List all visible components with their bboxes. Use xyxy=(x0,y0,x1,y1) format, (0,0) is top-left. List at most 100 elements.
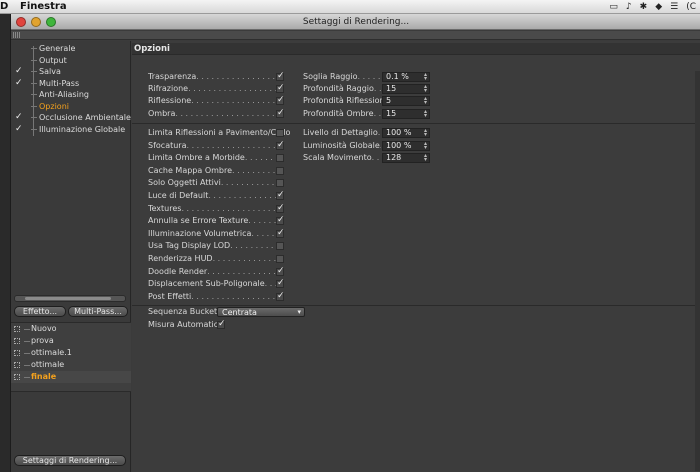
checkbox-displacement-sub-poligonale[interactable] xyxy=(276,278,285,289)
option-trasparenza[interactable]: Trasparenza . . . . . . . . . . . . . . … xyxy=(148,71,276,83)
checkbox-renderizza-hud[interactable] xyxy=(276,255,284,263)
status-tray: ▭ ♪ ✱ ◆ ☰ (C xyxy=(609,0,696,14)
checkbox-limita-ombre-a-morbide[interactable] xyxy=(276,154,284,163)
checkbox-annulla-se-errore-texture[interactable] xyxy=(276,215,285,226)
dot-leader: . . . . . . . . . . . . . . . . . . . . … xyxy=(212,254,276,263)
sidebar-item-generale[interactable]: Generale xyxy=(13,43,129,55)
option-annulla-se-errore-texture[interactable]: Annulla se Errore Texture . . . . . . . … xyxy=(148,215,276,227)
stepper-icon[interactable]: ▴ ▾ xyxy=(424,84,427,94)
checkbox-cache-mappa-ombre[interactable] xyxy=(276,166,284,175)
sidebar-item-label: Opzioni xyxy=(39,101,69,111)
sidebar-item-multi-pass[interactable]: ✓ Multi-Pass xyxy=(13,78,129,90)
option-doodle-render[interactable]: Doodle Render . . . . . . . . . . . . . … xyxy=(148,266,276,278)
scroll-thumb[interactable] xyxy=(25,297,111,300)
option-sfocatura[interactable]: Sfocatura . . . . . . . . . . . . . . . … xyxy=(148,140,276,152)
app-menu[interactable]: D xyxy=(0,0,8,14)
display-icon[interactable]: ▭ xyxy=(609,0,618,14)
checkbox-usa-tag-display-lod[interactable] xyxy=(276,242,284,251)
option-limita-riflessioni-a-pavimento-cielo[interactable]: Limita Riflessioni a Pavimento/Cielo . .… xyxy=(148,127,290,139)
input-livello-di-dettaglio[interactable]: 100 % ▴ ▾ xyxy=(382,128,430,138)
dropdown-value: Centrata xyxy=(222,308,257,317)
option-cache-mappa-ombre[interactable]: Cache Mappa Ombre . . . . . . . . . . . … xyxy=(148,165,276,177)
input-profondita-riflessione[interactable]: 5 ▴ ▾ xyxy=(382,96,430,107)
stepper-icon[interactable]: ▴ ▾ xyxy=(424,108,427,118)
nav-scrollbar[interactable] xyxy=(14,295,126,302)
checkbox-ombra[interactable] xyxy=(276,108,285,118)
option-usa-tag-display-lod[interactable]: Usa Tag Display LOD . . . . . . . . . . … xyxy=(148,240,276,252)
preset-ottimale-1[interactable]: ottimale.1 xyxy=(11,347,131,359)
check-icon: ✓ xyxy=(15,123,23,134)
checkbox-rifrazione[interactable] xyxy=(276,83,285,94)
preset-nuovo[interactable]: Nuovo xyxy=(11,323,131,335)
auto-size-label: Misura Automatica xyxy=(148,320,224,329)
dot-leader: . . . . . . . . . . . . . . . . . . . . … xyxy=(191,96,276,106)
checkbox-post-effetti[interactable] xyxy=(276,291,285,301)
stepper-icon[interactable]: ▴ ▾ xyxy=(424,96,427,106)
minimize-button[interactable] xyxy=(31,17,41,27)
option-ombra[interactable]: Ombra . . . . . . . . . . . . . . . . . … xyxy=(148,108,276,120)
option-luce-di-default[interactable]: Luce di Default . . . . . . . . . . . . … xyxy=(148,190,276,202)
multipass-button[interactable]: Multi-Pass... xyxy=(68,306,128,317)
checkbox-trasparenza[interactable] xyxy=(276,71,285,81)
preset-prova[interactable]: prova xyxy=(11,335,131,347)
effect-button[interactable]: Effetto... xyxy=(14,306,66,317)
tree-branch xyxy=(31,117,37,118)
option-limita-ombre-a-morbide[interactable]: Limita Ombre a Morbide . . . . . . . . .… xyxy=(148,152,276,164)
checkbox-luce-di-default[interactable] xyxy=(276,190,285,200)
preset-toggle-icon[interactable] xyxy=(14,350,20,356)
sidebar-item-output[interactable]: Output xyxy=(13,55,129,67)
auto-size-row[interactable]: Misura Automatica xyxy=(148,319,223,331)
preset-ottimale[interactable]: ottimale xyxy=(11,359,131,371)
preset-toggle-icon[interactable] xyxy=(14,338,20,344)
sidebar-item-occlusione-ambientale[interactable]: ✓ Occlusione Ambientale xyxy=(13,112,131,124)
auto-size-checkbox[interactable] xyxy=(217,319,226,329)
sidebar-item-opzioni[interactable]: Opzioni xyxy=(13,101,129,113)
checkbox-textures[interactable] xyxy=(276,203,285,213)
option-textures[interactable]: Textures . . . . . . . . . . . . . . . .… xyxy=(148,203,276,215)
grip-icon[interactable] xyxy=(13,32,21,38)
option-solo-oggetti-attivi[interactable]: Solo Oggetti Attivi . . . . . . . . . . … xyxy=(148,177,276,189)
field-label: Livello di Dettaglio xyxy=(303,128,378,137)
input-profondita-ombre[interactable]: 15 ▴ ▾ xyxy=(382,108,430,119)
sidebar-item-salva[interactable]: ✓ Salva xyxy=(13,66,129,78)
checkbox-sfocatura[interactable] xyxy=(276,140,285,150)
options-panel: Opzioni Trasparenza . . . . . . . . . . … xyxy=(132,41,700,472)
bluetooth-icon[interactable]: ✱ xyxy=(640,0,648,14)
bucket-dropdown[interactable]: Centrata ▾ xyxy=(217,307,305,317)
sidebar-item-anti-aliasing[interactable]: Anti-Aliasing xyxy=(13,89,129,101)
option-rifrazione[interactable]: Rifrazione . . . . . . . . . . . . . . .… xyxy=(148,83,276,95)
option-riflessione[interactable]: Riflessione . . . . . . . . . . . . . . … xyxy=(148,95,276,107)
checkbox-illuminazione-volumetrica[interactable] xyxy=(276,228,285,238)
menu-finestra[interactable]: Finestra xyxy=(20,0,67,14)
resize-edge[interactable] xyxy=(695,71,700,471)
preset-toggle-icon[interactable] xyxy=(14,326,20,332)
checkbox-limita-riflessioni-a-pavimento-cielo[interactable] xyxy=(276,129,284,137)
render-settings-button[interactable]: Settaggi di Rendering... xyxy=(14,455,126,466)
option-displacement-sub-poligonale[interactable]: Displacement Sub-Poligonale . . . . . . … xyxy=(148,278,276,290)
stepper-icon[interactable]: ▴ ▾ xyxy=(424,72,427,82)
checkbox-doodle-render[interactable] xyxy=(276,266,285,276)
option-renderizza-hud[interactable]: Renderizza HUD . . . . . . . . . . . . .… xyxy=(148,253,276,265)
title-bar[interactable]: Settaggi di Rendering... xyxy=(11,14,700,30)
close-button[interactable] xyxy=(16,17,26,27)
stepper-icon[interactable]: ▴ ▾ xyxy=(424,153,427,163)
sidebar-item-illuminazione-globale[interactable]: ✓ Illuminazione Globale xyxy=(13,124,129,136)
preset-toggle-icon[interactable] xyxy=(14,374,20,380)
input-scala-movimento[interactable]: 128 ▴ ▾ xyxy=(382,153,430,164)
option-label: Trasparenza xyxy=(148,72,197,81)
input-soglia-raggio[interactable]: 0.1 % ▴ ▾ xyxy=(382,72,430,82)
checkbox-riflessione[interactable] xyxy=(276,95,285,106)
option-illuminazione-volumetrica[interactable]: Illuminazione Volumetrica . . . . . . . … xyxy=(148,228,276,240)
wifi-icon[interactable]: ◆ xyxy=(655,0,662,14)
stepper-icon[interactable]: ▴ ▾ xyxy=(424,128,427,138)
preset-finale[interactable]: finale xyxy=(11,371,131,383)
volume-icon[interactable]: ♪ xyxy=(626,0,632,14)
menu-extra-icon[interactable]: ☰ xyxy=(670,0,678,14)
checkbox-solo-oggetti-attivi[interactable] xyxy=(276,179,284,188)
option-post-effetti[interactable]: Post Effetti . . . . . . . . . . . . . .… xyxy=(148,291,276,303)
zoom-button[interactable] xyxy=(46,17,56,27)
input-profondita-raggio[interactable]: 15 ▴ ▾ xyxy=(382,84,430,95)
stepper-icon[interactable]: ▴ ▾ xyxy=(424,140,427,150)
preset-toggle-icon[interactable] xyxy=(14,362,20,368)
input-luminosita-globale[interactable]: 100 % ▴ ▾ xyxy=(382,140,430,151)
